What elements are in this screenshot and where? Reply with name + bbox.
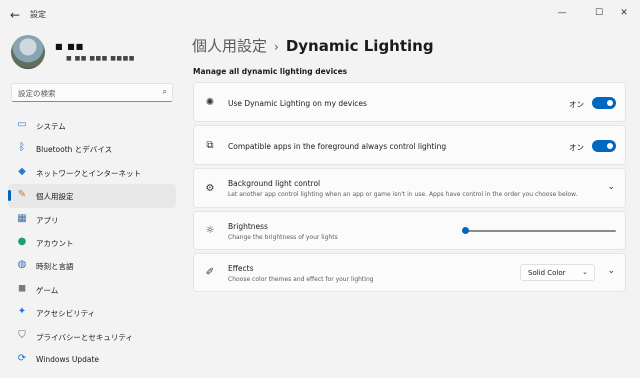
use-dynamic-lighting-label: Use Dynamic Lighting on my devices (228, 99, 367, 108)
effects-label: Effects (228, 264, 254, 273)
apps-icon: ▦ (17, 212, 27, 224)
sidebar-item-label: アクセシビリティ (36, 309, 96, 319)
breadcrumb-separator: › (274, 40, 279, 54)
paintbrush-icon: ✎ (17, 189, 27, 201)
brightness-slider-track[interactable] (466, 230, 616, 232)
compatible-apps-card: ⧉ Compatible apps in the foreground alwa… (193, 125, 626, 165)
user-name: ■ ■■ (55, 42, 85, 51)
toggle-state-label: オン (569, 100, 584, 109)
background-light-control-description: Let another app control lighting when an… (228, 191, 578, 198)
background-light-control-label: Background light control (228, 179, 321, 188)
arrow-left-icon: ← (9, 8, 21, 22)
section-title: Manage all dynamic lighting devices (193, 67, 348, 76)
sidebar-item[interactable]: ◼ ゲーム (8, 278, 176, 301)
avatar[interactable] (11, 35, 45, 69)
chevron-down-icon: ⌄ (582, 268, 588, 276)
breadcrumb: 個人用設定 › Dynamic Lighting (192, 35, 434, 56)
sidebar-item[interactable]: ⛉ プライバシーとセキュリティ (8, 325, 176, 348)
brightness-card: ☼ Brightness Change the brightness of yo… (193, 211, 626, 250)
globe-clock-icon: ◍ (17, 259, 27, 271)
effects-description: Choose color themes and effect for your … (228, 276, 374, 283)
title-bar: ← 設定 — ☐ ✕ (0, 0, 640, 30)
sidebar-item-label: 時刻と言語 (36, 262, 74, 272)
sidebar-item[interactable]: ◆ ネットワークとインターネット (8, 161, 176, 184)
sidebar-item[interactable]: ⟳ Windows Update (8, 348, 176, 371)
sync-icon: ⟳ (17, 352, 27, 364)
toggle-state-label: オン (569, 143, 584, 152)
window-title: 設定 (30, 10, 46, 19)
brightness-icon: ☼ (205, 225, 215, 236)
brightness-label: Brightness (228, 222, 268, 231)
gear-icon: ⚙ (205, 183, 215, 194)
sidebar-item-label: プライバシーとセキュリティ (36, 332, 133, 342)
chevron-down-icon[interactable]: ⌄ (607, 266, 615, 276)
sidebar-item[interactable]: ▦ アプリ (8, 208, 176, 231)
breadcrumb-parent[interactable]: 個人用設定 (192, 37, 267, 55)
search-icon[interactable]: ⌕ (163, 87, 167, 97)
close-button[interactable]: ✕ (615, 6, 633, 20)
sidebar-item-label: ゲーム (36, 285, 59, 295)
wifi-icon: ◆ (18, 165, 26, 177)
sidebar-item-label: 個人用設定 (36, 192, 74, 202)
maximize-button[interactable]: ☐ (590, 6, 608, 20)
effects-dropdown[interactable]: Solid Color ⌄ (520, 264, 595, 281)
page-title: Dynamic Lighting (285, 37, 434, 55)
sidebar-nav: ▭ システム ᛒ Bluetooth とデバイス ◆ ネットワークとインターネット ✎ 個人用… (8, 114, 176, 371)
accessibility-icon: ✦ (17, 306, 27, 318)
effects-card: ✐ Effects Choose color themes and effect… (193, 253, 626, 292)
effects-selected-value: Solid Color (528, 269, 566, 277)
gamepad-icon: ◼ (17, 282, 27, 294)
search-input[interactable]: 設定の検索 (18, 88, 56, 99)
sidebar-item[interactable]: ᛒ Bluetooth とデバイス (8, 137, 176, 160)
sidebar-item-label: アプリ (36, 215, 59, 225)
sidebar-item-label: Bluetooth とデバイス (36, 145, 113, 155)
brightness-description: Change the brightness of your lights (228, 234, 338, 241)
brightness-slider-thumb[interactable] (462, 227, 469, 234)
user-email: ■ ■■ ■■■ ■■■■ (66, 55, 135, 62)
sidebar-item[interactable]: ● アカウント (8, 231, 176, 254)
sidebar-item-label: Windows Update (36, 354, 100, 364)
search-box[interactable]: 設定の検索 ⌕ (11, 83, 173, 102)
use-dynamic-lighting-toggle[interactable] (592, 97, 616, 109)
bluetooth-icon: ᛒ (19, 142, 25, 154)
minimize-button[interactable]: — (553, 6, 571, 20)
sidebar-item-label: システム (36, 122, 66, 131)
compatible-apps-toggle[interactable] (592, 140, 616, 152)
apps-layers-icon: ⧉ (206, 140, 214, 151)
monitor-icon: ▭ (17, 119, 27, 130)
sidebar-item[interactable]: ◍ 時刻と言語 (8, 254, 176, 277)
use-dynamic-lighting-card: ✺ Use Dynamic Lighting on my devices オン (193, 82, 626, 122)
sidebar-item-label: ネットワークとインターネット (36, 168, 141, 178)
back-button[interactable]: ← (8, 8, 22, 22)
brush-icon: ✐ (205, 267, 215, 278)
sidebar-item[interactable]: ✦ アクセシビリティ (8, 301, 176, 324)
background-light-control-card[interactable]: ⚙ Background light control Let another a… (193, 168, 626, 208)
sidebar-item[interactable]: ▭ システム (8, 114, 176, 137)
chevron-down-icon[interactable]: ⌄ (607, 182, 615, 192)
sidebar-item-label: アカウント (36, 238, 74, 248)
compatible-apps-label: Compatible apps in the foreground always… (228, 142, 447, 151)
person-icon: ● (17, 235, 27, 247)
sun-rays-icon: ✺ (205, 97, 215, 108)
shield-icon: ⛉ (18, 329, 26, 341)
sidebar-item[interactable]: ✎ 個人用設定 (8, 184, 176, 208)
